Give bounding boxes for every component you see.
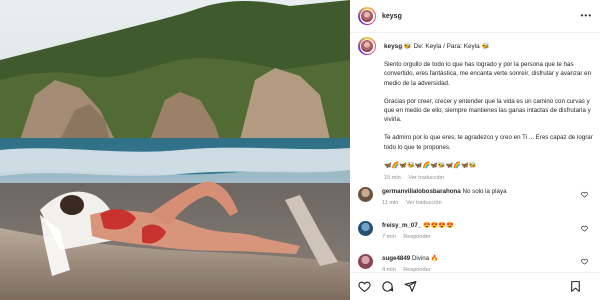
comment-time[interactable]: 7 min — [382, 234, 396, 240]
comment-text: 😍😍😍😍 — [422, 222, 454, 229]
post-header: keysg ••• — [350, 0, 600, 33]
bookmark-icon[interactable] — [569, 280, 582, 293]
comment-icon[interactable] — [381, 280, 394, 293]
post-actions-bar — [350, 272, 600, 300]
avatar[interactable] — [358, 254, 373, 269]
share-icon[interactable] — [404, 280, 417, 293]
caption-username[interactable]: keysg — [384, 43, 402, 50]
caption: keysg 🐝 De: Keyla / Para: Keyla 🐝 Siento… — [358, 37, 594, 183]
avatar[interactable] — [358, 7, 376, 25]
beach-photo-illustration — [0, 0, 350, 300]
header-username[interactable]: keysg — [382, 13, 402, 20]
comment-text: No solo la playa — [462, 188, 507, 195]
post-photo[interactable] — [0, 0, 350, 300]
list-item: germanvillalobosbarahona No solo la play… — [358, 187, 594, 208]
see-translation-link[interactable]: Ver traducción — [408, 175, 444, 181]
comment-username[interactable]: suge4849 — [382, 255, 410, 262]
heart-icon[interactable] — [581, 258, 588, 265]
post-detail-panel: keysg ••• keysg 🐝 De: Keyla / Para: Keyl… — [350, 0, 600, 300]
reply-link[interactable]: Responder — [403, 234, 430, 240]
caption-avatar[interactable] — [358, 37, 376, 55]
heart-icon[interactable] — [581, 225, 588, 232]
post-timestamp[interactable]: 15 min — [384, 175, 401, 181]
comment-time[interactable]: 11 min — [382, 200, 398, 206]
caption-emoji-line: 🦋🌈🦋🐝🦋🌈🦋🐝🦋🌈🦋🐝 — [384, 161, 477, 169]
heart-icon[interactable] — [581, 191, 588, 198]
comment-text: Divina 🔥 — [411, 255, 439, 262]
avatar[interactable] — [358, 221, 373, 236]
caption-paragraph: Gracias por creer, crecer y entender que… — [384, 97, 591, 124]
caption-intro: 🐝 De: Keyla / Para: Keyla 🐝 — [403, 43, 490, 50]
comment-username[interactable]: freisy_m_07_ — [382, 222, 421, 229]
more-options-icon[interactable]: ••• — [581, 12, 592, 20]
avatar[interactable] — [358, 187, 373, 202]
caption-paragraph: Te admiro por lo que eres, te agradezco … — [384, 134, 593, 151]
see-translation-link[interactable]: Ver traducción — [406, 200, 442, 206]
heart-icon[interactable] — [358, 280, 371, 293]
list-item: freisy_m_07_ 😍😍😍😍 7 min Responder — [358, 221, 594, 242]
comment-username[interactable]: germanvillalobosbarahona — [382, 188, 461, 195]
caption-paragraph: Siento orgullo de todo lo que has lograd… — [384, 61, 592, 87]
